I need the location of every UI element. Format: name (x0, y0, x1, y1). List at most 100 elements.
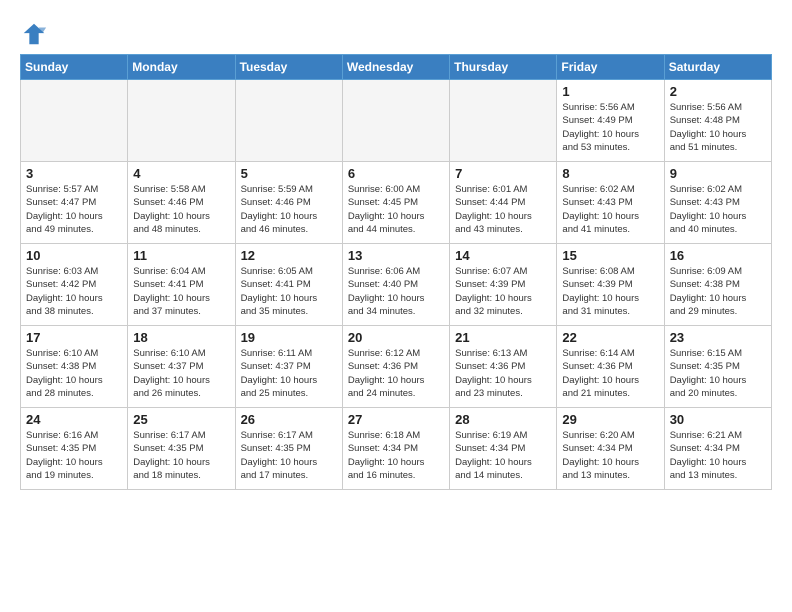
calendar-cell: 12 Sunrise: 6:05 AM Sunset: 4:41 PM Dayli… (235, 244, 342, 326)
day-info: Sunrise: 6:08 AM Sunset: 4:39 PM Dayligh… (562, 265, 658, 318)
calendar-cell: 9 Sunrise: 6:02 AM Sunset: 4:43 PM Daylig… (664, 162, 771, 244)
calendar-cell: 17 Sunrise: 6:10 AM Sunset: 4:38 PM Dayli… (21, 326, 128, 408)
page: SundayMondayTuesdayWednesdayThursdayFrid… (0, 0, 792, 500)
calendar-cell: 16 Sunrise: 6:09 AM Sunset: 4:38 PM Dayli… (664, 244, 771, 326)
day-info: Sunrise: 6:17 AM Sunset: 4:35 PM Dayligh… (133, 429, 229, 482)
calendar-cell: 25Sunrise: 6:17 AM Sunset: 4:35 PM Dayli… (128, 408, 235, 490)
day-info: Sunrise: 6:19 AM Sunset: 4:34 PM Dayligh… (455, 429, 551, 482)
header (20, 16, 772, 48)
day-info: Sunrise: 6:02 AM Sunset: 4:43 PM Dayligh… (562, 183, 658, 236)
day-number: 16 (670, 248, 766, 263)
calendar-cell: 28 Sunrise: 6:19 AM Sunset: 4:34 PM Dayli… (450, 408, 557, 490)
day-number: 24 (26, 412, 122, 427)
calendar-week-row-2: 10 Sunrise: 6:03 AM Sunset: 4:42 PM Dayli… (21, 244, 772, 326)
calendar-cell: 15 Sunrise: 6:08 AM Sunset: 4:39 PM Dayli… (557, 244, 664, 326)
calendar-cell: 26 Sunrise: 6:17 AM Sunset: 4:35 PM Dayli… (235, 408, 342, 490)
calendar-cell: 1 Sunrise: 5:56 AM Sunset: 4:49 PM Daylig… (557, 80, 664, 162)
day-number: 20 (348, 330, 444, 345)
day-number: 17 (26, 330, 122, 345)
calendar-weekday-tuesday: Tuesday (235, 55, 342, 80)
logo-icon (20, 20, 48, 48)
day-number: 30 (670, 412, 766, 427)
day-number: 13 (348, 248, 444, 263)
day-info: Sunrise: 6:11 AM Sunset: 4:37 PM Dayligh… (241, 347, 337, 400)
day-info: Sunrise: 6:03 AM Sunset: 4:42 PM Dayligh… (26, 265, 122, 318)
calendar-weekday-friday: Friday (557, 55, 664, 80)
day-number: 4 (133, 166, 229, 181)
day-info: Sunrise: 5:57 AM Sunset: 4:47 PM Dayligh… (26, 183, 122, 236)
calendar-cell: 20 Sunrise: 6:12 AM Sunset: 4:36 PM Dayli… (342, 326, 449, 408)
day-number: 21 (455, 330, 551, 345)
day-number: 12 (241, 248, 337, 263)
day-info: Sunrise: 5:59 AM Sunset: 4:46 PM Dayligh… (241, 183, 337, 236)
day-info: Sunrise: 6:10 AM Sunset: 4:38 PM Dayligh… (26, 347, 122, 400)
logo (20, 20, 50, 48)
day-number: 10 (26, 248, 122, 263)
day-number: 26 (241, 412, 337, 427)
calendar-cell: 6 Sunrise: 6:00 AM Sunset: 4:45 PM Daylig… (342, 162, 449, 244)
day-number: 6 (348, 166, 444, 181)
day-info: Sunrise: 6:17 AM Sunset: 4:35 PM Dayligh… (241, 429, 337, 482)
day-number: 2 (670, 84, 766, 99)
day-number: 29 (562, 412, 658, 427)
day-info: Sunrise: 5:56 AM Sunset: 4:48 PM Dayligh… (670, 101, 766, 154)
day-info: Sunrise: 5:58 AM Sunset: 4:46 PM Dayligh… (133, 183, 229, 236)
day-number: 8 (562, 166, 658, 181)
calendar-cell (128, 80, 235, 162)
calendar-cell: 19 Sunrise: 6:11 AM Sunset: 4:37 PM Dayli… (235, 326, 342, 408)
calendar-cell (450, 80, 557, 162)
day-info: Sunrise: 6:16 AM Sunset: 4:35 PM Dayligh… (26, 429, 122, 482)
calendar-cell: 21Sunrise: 6:13 AM Sunset: 4:36 PM Dayli… (450, 326, 557, 408)
day-info: Sunrise: 6:12 AM Sunset: 4:36 PM Dayligh… (348, 347, 444, 400)
day-info: Sunrise: 6:05 AM Sunset: 4:41 PM Dayligh… (241, 265, 337, 318)
day-number: 15 (562, 248, 658, 263)
day-number: 5 (241, 166, 337, 181)
calendar-cell: 10 Sunrise: 6:03 AM Sunset: 4:42 PM Dayli… (21, 244, 128, 326)
day-number: 9 (670, 166, 766, 181)
calendar-cell (21, 80, 128, 162)
day-info: Sunrise: 6:09 AM Sunset: 4:38 PM Dayligh… (670, 265, 766, 318)
calendar-cell: 27Sunrise: 6:18 AM Sunset: 4:34 PM Dayli… (342, 408, 449, 490)
calendar-week-row-0: 1 Sunrise: 5:56 AM Sunset: 4:49 PM Daylig… (21, 80, 772, 162)
day-info: Sunrise: 6:02 AM Sunset: 4:43 PM Dayligh… (670, 183, 766, 236)
day-number: 11 (133, 248, 229, 263)
day-number: 3 (26, 166, 122, 181)
calendar-cell: 24 Sunrise: 6:16 AM Sunset: 4:35 PM Dayli… (21, 408, 128, 490)
calendar-weekday-saturday: Saturday (664, 55, 771, 80)
day-info: Sunrise: 6:14 AM Sunset: 4:36 PM Dayligh… (562, 347, 658, 400)
calendar-cell (342, 80, 449, 162)
calendar-cell: 3 Sunrise: 5:57 AM Sunset: 4:47 PM Daylig… (21, 162, 128, 244)
calendar-cell: 30Sunrise: 6:21 AM Sunset: 4:34 PM Dayli… (664, 408, 771, 490)
day-info: Sunrise: 6:04 AM Sunset: 4:41 PM Dayligh… (133, 265, 229, 318)
calendar-week-row-3: 17 Sunrise: 6:10 AM Sunset: 4:38 PM Dayli… (21, 326, 772, 408)
calendar-cell: 18 Sunrise: 6:10 AM Sunset: 4:37 PM Dayli… (128, 326, 235, 408)
day-info: Sunrise: 6:18 AM Sunset: 4:34 PM Dayligh… (348, 429, 444, 482)
calendar-weekday-thursday: Thursday (450, 55, 557, 80)
day-number: 7 (455, 166, 551, 181)
calendar-cell: 8 Sunrise: 6:02 AM Sunset: 4:43 PM Daylig… (557, 162, 664, 244)
calendar-table: SundayMondayTuesdayWednesdayThursdayFrid… (20, 54, 772, 490)
day-number: 28 (455, 412, 551, 427)
day-info: Sunrise: 6:10 AM Sunset: 4:37 PM Dayligh… (133, 347, 229, 400)
day-number: 1 (562, 84, 658, 99)
day-number: 18 (133, 330, 229, 345)
day-info: Sunrise: 6:00 AM Sunset: 4:45 PM Dayligh… (348, 183, 444, 236)
calendar-week-row-1: 3 Sunrise: 5:57 AM Sunset: 4:47 PM Daylig… (21, 162, 772, 244)
day-info: Sunrise: 6:01 AM Sunset: 4:44 PM Dayligh… (455, 183, 551, 236)
day-number: 23 (670, 330, 766, 345)
calendar-weekday-sunday: Sunday (21, 55, 128, 80)
calendar-cell: 11 Sunrise: 6:04 AM Sunset: 4:41 PM Dayli… (128, 244, 235, 326)
day-info: Sunrise: 6:06 AM Sunset: 4:40 PM Dayligh… (348, 265, 444, 318)
day-info: Sunrise: 6:07 AM Sunset: 4:39 PM Dayligh… (455, 265, 551, 318)
calendar-cell: 2 Sunrise: 5:56 AM Sunset: 4:48 PM Daylig… (664, 80, 771, 162)
day-number: 14 (455, 248, 551, 263)
day-number: 22 (562, 330, 658, 345)
day-info: Sunrise: 6:20 AM Sunset: 4:34 PM Dayligh… (562, 429, 658, 482)
day-info: Sunrise: 6:15 AM Sunset: 4:35 PM Dayligh… (670, 347, 766, 400)
calendar-cell: 22 Sunrise: 6:14 AM Sunset: 4:36 PM Dayli… (557, 326, 664, 408)
day-info: Sunrise: 5:56 AM Sunset: 4:49 PM Dayligh… (562, 101, 658, 154)
day-number: 19 (241, 330, 337, 345)
calendar-cell: 29 Sunrise: 6:20 AM Sunset: 4:34 PM Dayli… (557, 408, 664, 490)
calendar-weekday-wednesday: Wednesday (342, 55, 449, 80)
calendar-cell: 7 Sunrise: 6:01 AM Sunset: 4:44 PM Daylig… (450, 162, 557, 244)
